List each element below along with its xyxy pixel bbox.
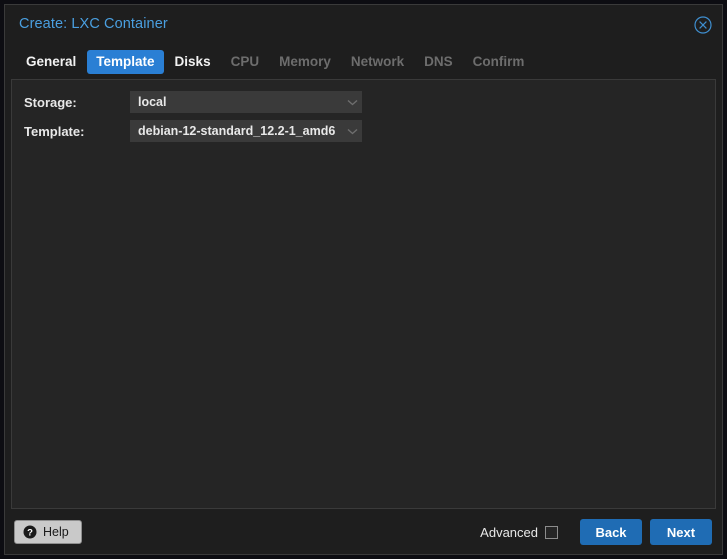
advanced-checkbox[interactable] [545,525,558,539]
template-select-value: debian-12-standard_12.2-1_amd6 [138,124,336,138]
template-label: Template: [24,123,85,139]
wizard-tab-strip: General Template Disks CPU Memory Networ… [5,45,722,79]
create-lxc-container-dialog: Create: LXC Container General Template D… [4,4,723,555]
dialog-footer: ? Help Advanced Back Next [5,509,722,554]
storage-label: Storage: [24,94,77,110]
question-mark-circle-icon: ? [23,525,37,539]
tab-dns: DNS [424,54,453,69]
storage-select-value: local [138,95,167,109]
svg-text:?: ? [27,528,33,539]
tab-cpu: CPU [230,54,260,69]
help-button[interactable]: ? Help [14,520,82,544]
chevron-down-icon [342,99,362,106]
template-select[interactable]: debian-12-standard_12.2-1_amd6 [130,120,362,142]
tab-disks[interactable]: Disks [166,50,220,74]
tab-general[interactable]: General [17,50,85,74]
tab-confirm: Confirm [472,54,525,69]
back-button[interactable]: Back [580,519,642,545]
template-tab-panel: Storage: local Template: debian-12-stand… [11,79,716,509]
next-button[interactable]: Next [650,519,712,545]
template-form-row: Template: debian-12-standard_12.2-1_amd6 [24,120,362,142]
help-button-label: Help [43,525,69,539]
footer-actions: Advanced Back Next [480,519,712,545]
chevron-down-icon [342,128,362,135]
page-title: Create: LXC Container [19,16,168,32]
dialog-title-bar: Create: LXC Container [5,5,722,45]
close-icon[interactable] [694,16,712,34]
tab-template[interactable]: Template [87,50,164,74]
advanced-label: Advanced [480,524,538,540]
tab-memory: Memory [279,54,331,69]
storage-form-row: Storage: local [24,91,362,113]
tab-network: Network [350,54,405,69]
storage-select[interactable]: local [130,91,362,113]
